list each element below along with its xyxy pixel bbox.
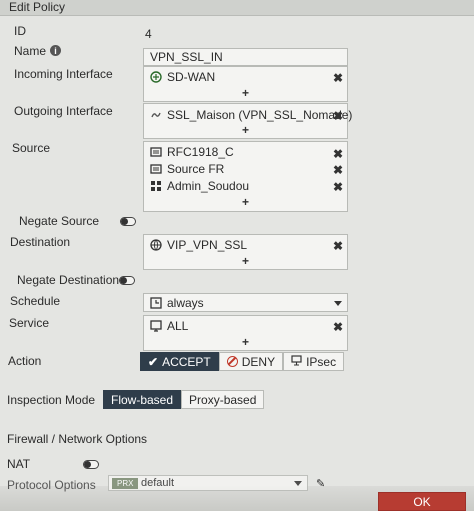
remove-icon[interactable]: ✖ <box>333 71 343 85</box>
destination-entry[interactable]: VIP_VPN_SSL <box>150 237 247 253</box>
inspection-mode-group: Flow-based Proxy-based <box>103 390 265 409</box>
remove-icon[interactable]: ✖ <box>333 147 343 161</box>
inspection-mode-label: Inspection Mode <box>7 393 96 407</box>
dialog-header: Edit Policy <box>0 0 474 16</box>
address-icon <box>150 163 162 175</box>
schedule-select[interactable]: always <box>143 293 348 312</box>
protocol-options-value: default <box>141 477 175 489</box>
name-input[interactable] <box>143 48 348 66</box>
check-icon: ✔ <box>148 354 159 369</box>
destination-label: Destination <box>10 235 71 249</box>
address-icon <box>150 146 162 158</box>
source-entry[interactable]: Source FR <box>150 161 224 177</box>
chevron-down-icon[interactable] <box>294 481 302 486</box>
add-incoming-button[interactable]: + <box>242 86 249 100</box>
action-ipsec-button[interactable]: IPsec <box>283 352 345 371</box>
schedule-label: Schedule <box>10 294 61 308</box>
action-ipsec-label: IPsec <box>306 354 337 369</box>
action-accept-button[interactable]: ✔ ACCEPT <box>140 352 219 371</box>
source-entry[interactable]: Admin_Soudou <box>150 178 249 194</box>
dialog-title: Edit Policy <box>9 0 66 14</box>
action-deny-button[interactable]: DENY <box>218 352 284 371</box>
action-accept-label: ACCEPT <box>162 354 211 369</box>
action-deny-label: DENY <box>241 354 276 369</box>
negate-source-label: Negate Source <box>19 214 100 228</box>
negate-destination-toggle[interactable] <box>119 276 135 285</box>
action-label: Action <box>8 354 42 368</box>
add-outgoing-button[interactable]: + <box>242 123 249 137</box>
source-item: Admin_Soudou <box>167 179 250 193</box>
inspection-flow-button[interactable]: Flow-based <box>103 390 182 409</box>
inspection-proxy-label: Proxy-based <box>189 392 257 407</box>
protocol-options-label: Protocol Options <box>7 478 96 492</box>
sdwan-icon <box>150 71 162 83</box>
nat-toggle[interactable] <box>83 460 99 469</box>
tunnel-icon <box>150 109 162 121</box>
outgoing-interface-field[interactable]: SSL_Maison (VPN_SSL_Nomade) ✖ + <box>143 103 352 139</box>
schedule-value: always <box>167 296 204 310</box>
schedule-value-wrap: always <box>150 295 204 311</box>
source-item: RFC1918_C <box>167 145 234 159</box>
incoming-interface-label: Incoming Interface <box>14 67 113 81</box>
id-value: 4 <box>145 27 152 41</box>
service-item: ALL <box>167 319 189 333</box>
incoming-interface-field[interactable]: SD-WAN ✖ + <box>143 66 348 102</box>
firewall-network-options-heading: Firewall / Network Options <box>7 432 148 446</box>
id-label: ID <box>14 24 26 38</box>
destination-field[interactable]: VIP_VPN_SSL ✖ + <box>143 234 348 270</box>
incoming-interface-item: SD-WAN <box>167 70 216 84</box>
remove-icon[interactable]: ✖ <box>333 320 343 334</box>
schedule-icon <box>150 297 162 309</box>
service-label: Service <box>9 316 50 330</box>
info-icon: i <box>50 45 61 56</box>
service-icon <box>150 320 162 332</box>
ok-button[interactable]: OK <box>378 492 466 511</box>
remove-icon[interactable]: ✖ <box>333 109 343 123</box>
outgoing-interface-label: Outgoing Interface <box>14 104 113 118</box>
service-entry[interactable]: ALL <box>150 318 188 334</box>
add-service-button[interactable]: + <box>242 335 249 349</box>
deny-icon <box>226 356 238 367</box>
protocol-options-select[interactable]: PRX default <box>108 475 308 491</box>
outgoing-interface-item: SSL_Maison (VPN_SSL_Nomade) <box>167 108 353 122</box>
incoming-interface-entry[interactable]: SD-WAN <box>150 69 215 85</box>
negate-source-toggle[interactable] <box>120 217 136 226</box>
source-entry[interactable]: RFC1918_C <box>150 144 234 160</box>
destination-item: VIP_VPN_SSL <box>167 238 248 252</box>
remove-icon[interactable]: ✖ <box>333 239 343 253</box>
service-field[interactable]: ALL ✖ + <box>143 315 348 351</box>
source-label: Source <box>12 141 51 155</box>
add-source-button[interactable]: + <box>242 195 249 209</box>
vip-icon <box>150 239 162 251</box>
inspection-proxy-button[interactable]: Proxy-based <box>181 390 265 409</box>
negate-destination-label: Negate Destination <box>17 273 120 287</box>
source-item: Source FR <box>167 162 225 176</box>
edit-icon[interactable]: ✎ <box>316 477 325 490</box>
address-group-icon <box>150 180 162 192</box>
inspection-flow-label: Flow-based <box>111 392 174 407</box>
protocol-options-badge: PRX <box>112 478 139 489</box>
name-label: Name <box>14 44 47 58</box>
remove-icon[interactable]: ✖ <box>333 163 343 177</box>
add-destination-button[interactable]: + <box>242 254 249 268</box>
remove-icon[interactable]: ✖ <box>333 180 343 194</box>
action-button-group: ✔ ACCEPT DENY IPsec <box>140 352 345 371</box>
outgoing-interface-entry[interactable]: SSL_Maison (VPN_SSL_Nomade) <box>150 107 352 123</box>
chevron-down-icon[interactable] <box>334 301 342 306</box>
ok-button-label: OK <box>413 494 431 509</box>
source-field[interactable]: RFC1918_C ✖ Source FR ✖ Admin_Soudou ✖ + <box>143 141 348 212</box>
nat-label: NAT <box>7 457 31 471</box>
monitor-icon <box>291 354 302 369</box>
